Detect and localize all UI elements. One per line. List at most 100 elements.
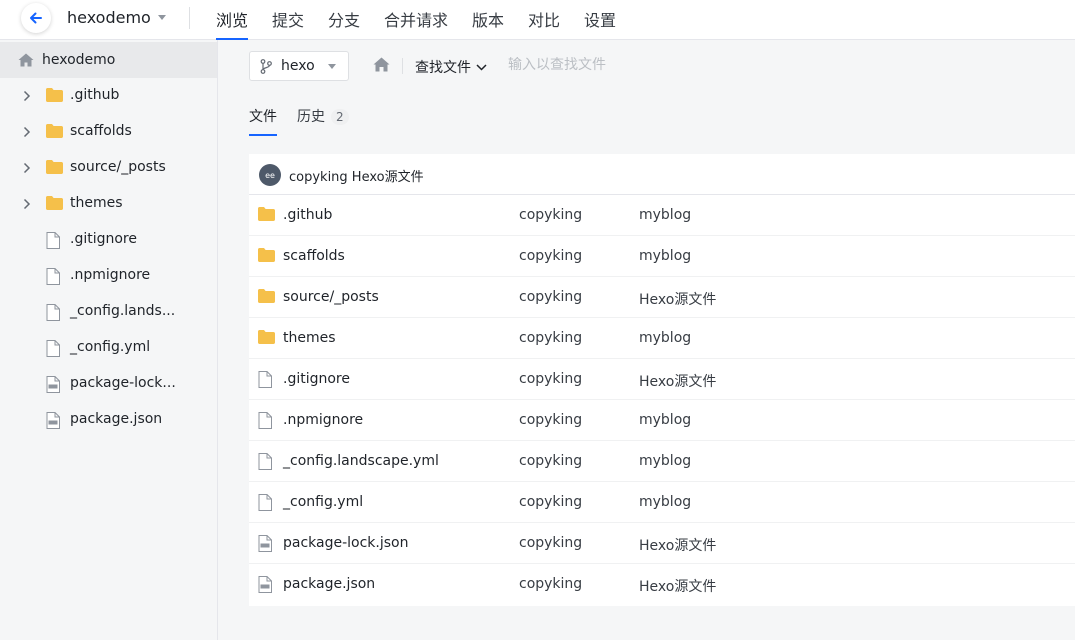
folder-icon	[258, 330, 275, 344]
divider	[402, 58, 403, 74]
chevron-right-icon	[23, 126, 31, 138]
tree-item-label: _config.yml	[70, 339, 151, 355]
file-icon	[258, 371, 272, 388]
json-file-icon	[258, 535, 272, 552]
tab-merge-requests[interactable]: 合并请求	[384, 7, 448, 40]
tree-item-label: _config.lands...	[70, 303, 176, 319]
home-icon[interactable]	[373, 57, 390, 72]
tab-settings[interactable]: 设置	[584, 7, 616, 40]
back-button[interactable]	[21, 3, 51, 33]
chevron-right-icon	[23, 90, 31, 102]
tab-releases[interactable]: 版本	[472, 7, 504, 40]
tree-item-config-yml[interactable]: _config.yml	[0, 330, 217, 366]
file-author: copyking	[519, 412, 583, 428]
chevron-down-icon	[476, 63, 487, 71]
tree-item-github[interactable]: .github	[0, 78, 217, 114]
chevron-right-icon	[23, 162, 31, 174]
tree-item-source-posts[interactable]: source/_posts	[0, 150, 217, 186]
file-author: copyking	[519, 207, 583, 223]
divider	[189, 7, 190, 29]
table-row[interactable]: .github copyking myblog	[249, 195, 1075, 236]
file-icon	[46, 268, 60, 285]
file-commit-message[interactable]: myblog	[639, 494, 691, 510]
caret-down-icon	[328, 64, 336, 69]
avatar: ee	[259, 164, 281, 186]
file-commit-message[interactable]: myblog	[639, 248, 691, 264]
tree-item-package-json[interactable]: package.json	[0, 402, 217, 438]
tree-item-gitignore[interactable]: .gitignore	[0, 222, 217, 258]
tree-root[interactable]: hexodemo	[0, 42, 217, 78]
file-icon	[46, 340, 60, 357]
tab-browse[interactable]: 浏览	[216, 7, 249, 40]
folder-icon	[46, 160, 63, 174]
tab-commits[interactable]: 提交	[272, 7, 304, 40]
tab-branches[interactable]: 分支	[328, 7, 360, 40]
file-tree-sidebar: hexodemo .github scaffolds source/_posts…	[0, 40, 218, 640]
tree-item-label: .npmignore	[70, 267, 151, 283]
tree-item-label: scaffolds	[70, 123, 132, 139]
tree-root-label: hexodemo	[42, 52, 116, 68]
file-name[interactable]: .github	[283, 207, 332, 223]
file-commit-message[interactable]: myblog	[639, 412, 691, 428]
folder-icon	[258, 248, 275, 262]
tree-item-config-landscape[interactable]: _config.lands...	[0, 294, 217, 330]
table-row[interactable]: source/_posts copyking Hexo源文件	[249, 277, 1075, 318]
file-author: copyking	[519, 371, 583, 387]
file-list-panel: ee copyking Hexo源文件 .github copyking myb…	[249, 154, 1075, 606]
folder-icon	[258, 289, 275, 303]
json-file-icon	[46, 376, 60, 393]
tab-history[interactable]: 历史 2	[297, 106, 349, 136]
table-row[interactable]: .gitignore copyking Hexo源文件	[249, 359, 1075, 400]
tree-item-scaffolds[interactable]: scaffolds	[0, 114, 217, 150]
tree-item-npmignore[interactable]: .npmignore	[0, 258, 217, 294]
file-author: copyking	[519, 576, 583, 592]
table-row[interactable]: package.json copyking Hexo源文件	[249, 564, 1075, 605]
table-row[interactable]: .npmignore copyking myblog	[249, 400, 1075, 441]
table-row[interactable]: themes copyking myblog	[249, 318, 1075, 359]
tab-compare[interactable]: 对比	[528, 7, 560, 40]
file-name[interactable]: _config.landscape.yml	[283, 453, 439, 469]
table-row[interactable]: _config.landscape.yml copyking myblog	[249, 441, 1075, 482]
file-commit-message[interactable]: Hexo源文件	[639, 371, 716, 391]
latest-commit-row: ee copyking Hexo源文件	[249, 154, 1075, 195]
branch-name: hexo	[281, 58, 315, 74]
branch-select[interactable]: hexo	[249, 51, 349, 81]
file-name[interactable]: scaffolds	[283, 248, 345, 264]
file-name[interactable]: themes	[283, 330, 336, 346]
folder-icon	[258, 207, 275, 221]
arrow-left-icon	[30, 12, 42, 24]
repo-name: hexodemo	[67, 8, 151, 27]
latest-commit-text[interactable]: copyking Hexo源文件	[289, 166, 424, 185]
file-icon	[258, 412, 272, 429]
file-author: copyking	[519, 494, 583, 510]
file-commit-message[interactable]: myblog	[639, 330, 691, 346]
folder-icon	[46, 88, 63, 102]
file-name[interactable]: _config.yml	[283, 494, 363, 510]
table-row[interactable]: _config.yml copyking myblog	[249, 482, 1075, 523]
file-name[interactable]: package.json	[283, 576, 375, 592]
repo-switcher[interactable]: hexodemo	[67, 8, 166, 27]
file-commit-message[interactable]: myblog	[639, 207, 691, 223]
top-bar: hexodemo 浏览 提交 分支 合并请求 版本 对比 设置	[0, 0, 1075, 40]
file-commit-message[interactable]: Hexo源文件	[639, 289, 716, 309]
tab-files[interactable]: 文件	[249, 106, 277, 136]
file-commit-message[interactable]: Hexo源文件	[639, 535, 716, 555]
tree-item-package-lock[interactable]: package-lock...	[0, 366, 217, 402]
table-row[interactable]: scaffolds copyking myblog	[249, 236, 1075, 277]
file-commit-message[interactable]: myblog	[639, 453, 691, 469]
file-author: copyking	[519, 248, 583, 264]
find-file-input[interactable]	[508, 57, 708, 73]
file-author: copyking	[519, 453, 583, 469]
file-name[interactable]: .gitignore	[283, 371, 350, 387]
file-name[interactable]: source/_posts	[283, 289, 379, 305]
history-count-badge: 2	[331, 109, 349, 125]
tree-item-themes[interactable]: themes	[0, 186, 217, 222]
file-name[interactable]: .npmignore	[283, 412, 363, 428]
file-commit-message[interactable]: Hexo源文件	[639, 576, 716, 596]
file-name[interactable]: package-lock.json	[283, 535, 409, 551]
table-row[interactable]: package-lock.json copyking Hexo源文件	[249, 523, 1075, 564]
find-file-dropdown[interactable]: 查找文件	[415, 57, 487, 77]
home-icon	[18, 53, 34, 67]
branch-icon	[260, 59, 272, 74]
file-author: copyking	[519, 330, 583, 346]
